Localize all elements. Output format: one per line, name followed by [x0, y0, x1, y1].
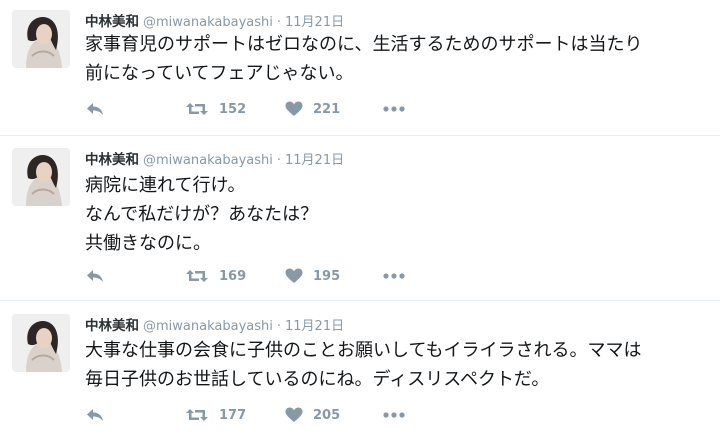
retweet-count: 169 — [219, 268, 247, 284]
timestamp[interactable]: 11月21日 — [285, 15, 344, 30]
tweet-header: 中林美和 @miwanakabayashi · 11月21日 — [85, 314, 344, 334]
retweet-button[interactable]: 152 — [185, 97, 246, 121]
timestamp[interactable]: 11月21日 — [285, 319, 344, 334]
retweet-icon[interactable] — [185, 101, 209, 117]
reply-icon[interactable] — [85, 268, 105, 284]
retweet-button[interactable]: 169 — [185, 264, 246, 288]
tweet-text-line: 家事育児のサポートはゼロなのに、生活するためのサポートは当たり — [85, 34, 643, 55]
tweet-header: 中林美和 @miwanakabayashi · 11月21日 — [85, 10, 344, 30]
display-name[interactable]: 中林美和 — [85, 152, 139, 168]
retweet-count: 152 — [219, 101, 247, 117]
reply-icon[interactable] — [85, 101, 105, 117]
retweet-icon[interactable] — [185, 268, 209, 284]
like-button[interactable]: 195 — [285, 264, 340, 288]
display-name[interactable]: 中林美和 — [85, 14, 139, 30]
tweet-text-line: なんで私だけが？あなたは？ — [85, 204, 319, 225]
tweet-text: 家事育児のサポートはゼロなのに、生活するためのサポートは当たり 前になっていてフ… — [85, 30, 705, 88]
user-handle[interactable]: @miwanakabayashi — [143, 15, 273, 30]
heart-icon[interactable] — [285, 268, 303, 284]
heart-icon[interactable] — [285, 101, 303, 117]
tweet-text-line: 病院に連れて行け。 — [85, 175, 246, 196]
reply-icon[interactable] — [85, 407, 105, 423]
tweet[interactable]: 中林美和 @miwanakabayashi · 11月21日 病院に連れて行け。 なん… — [0, 135, 720, 301]
tweet-actions: 152 221 — [85, 97, 685, 121]
more-button[interactable] — [382, 264, 406, 288]
tweet-text: 病院に連れて行け。 なんで私だけが？あなたは？ 共働きなのに。 — [85, 171, 705, 258]
tweet-actions: 177 205 — [85, 403, 685, 427]
more-icon[interactable] — [382, 411, 406, 419]
separator-dot: · — [276, 319, 281, 334]
more-icon[interactable] — [382, 105, 406, 113]
display-name[interactable]: 中林美和 — [85, 318, 139, 334]
tweet-text-line: 大事な仕事の会食に子供のことお願いしてもイライラされる。ママは — [85, 340, 642, 361]
tweet-text: 大事な仕事の会食に子供のことお願いしてもイライラされる。ママは 毎日子供のお世話… — [85, 336, 705, 394]
tweet[interactable]: 中林美和 @miwanakabayashi · 11月21日 大事な仕事の会食に子供の… — [0, 300, 720, 434]
like-count: 195 — [313, 268, 341, 284]
retweet-icon[interactable] — [185, 407, 209, 423]
more-button[interactable] — [382, 403, 406, 427]
tweet[interactable]: 中林美和 @miwanakabayashi · 11月21日 家事育児のサポートはゼロ… — [0, 0, 720, 135]
more-button[interactable] — [382, 97, 406, 121]
tweet-timeline: 中林美和 @miwanakabayashi · 11月21日 家事育児のサポートはゼロ… — [0, 0, 720, 433]
like-button[interactable]: 221 — [285, 97, 340, 121]
tweet-text-line: 前になっていてフェアじゃない。 — [85, 63, 354, 84]
avatar[interactable] — [12, 314, 70, 372]
like-button[interactable]: 205 — [285, 403, 340, 427]
tweet-actions: 169 195 — [85, 264, 685, 288]
like-count: 205 — [313, 407, 341, 423]
avatar[interactable] — [12, 148, 70, 206]
reply-button[interactable] — [85, 264, 105, 288]
user-handle[interactable]: @miwanakabayashi — [143, 319, 273, 334]
separator-dot: · — [276, 15, 281, 30]
retweet-count: 177 — [219, 407, 247, 423]
avatar[interactable] — [12, 10, 70, 68]
user-handle[interactable]: @miwanakabayashi — [143, 153, 273, 168]
more-icon[interactable] — [382, 272, 406, 280]
reply-button[interactable] — [85, 403, 105, 427]
like-count: 221 — [313, 101, 341, 117]
timestamp[interactable]: 11月21日 — [285, 153, 344, 168]
tweet-header: 中林美和 @miwanakabayashi · 11月21日 — [85, 148, 344, 168]
reply-button[interactable] — [85, 97, 105, 121]
retweet-button[interactable]: 177 — [185, 403, 246, 427]
tweet-text-line: 共働きなのに。 — [85, 233, 211, 254]
heart-icon[interactable] — [285, 407, 303, 423]
separator-dot: · — [276, 153, 281, 168]
tweet-text-line: 毎日子供のお世話しているのにね。ディスリスペクトだ。 — [85, 369, 550, 390]
